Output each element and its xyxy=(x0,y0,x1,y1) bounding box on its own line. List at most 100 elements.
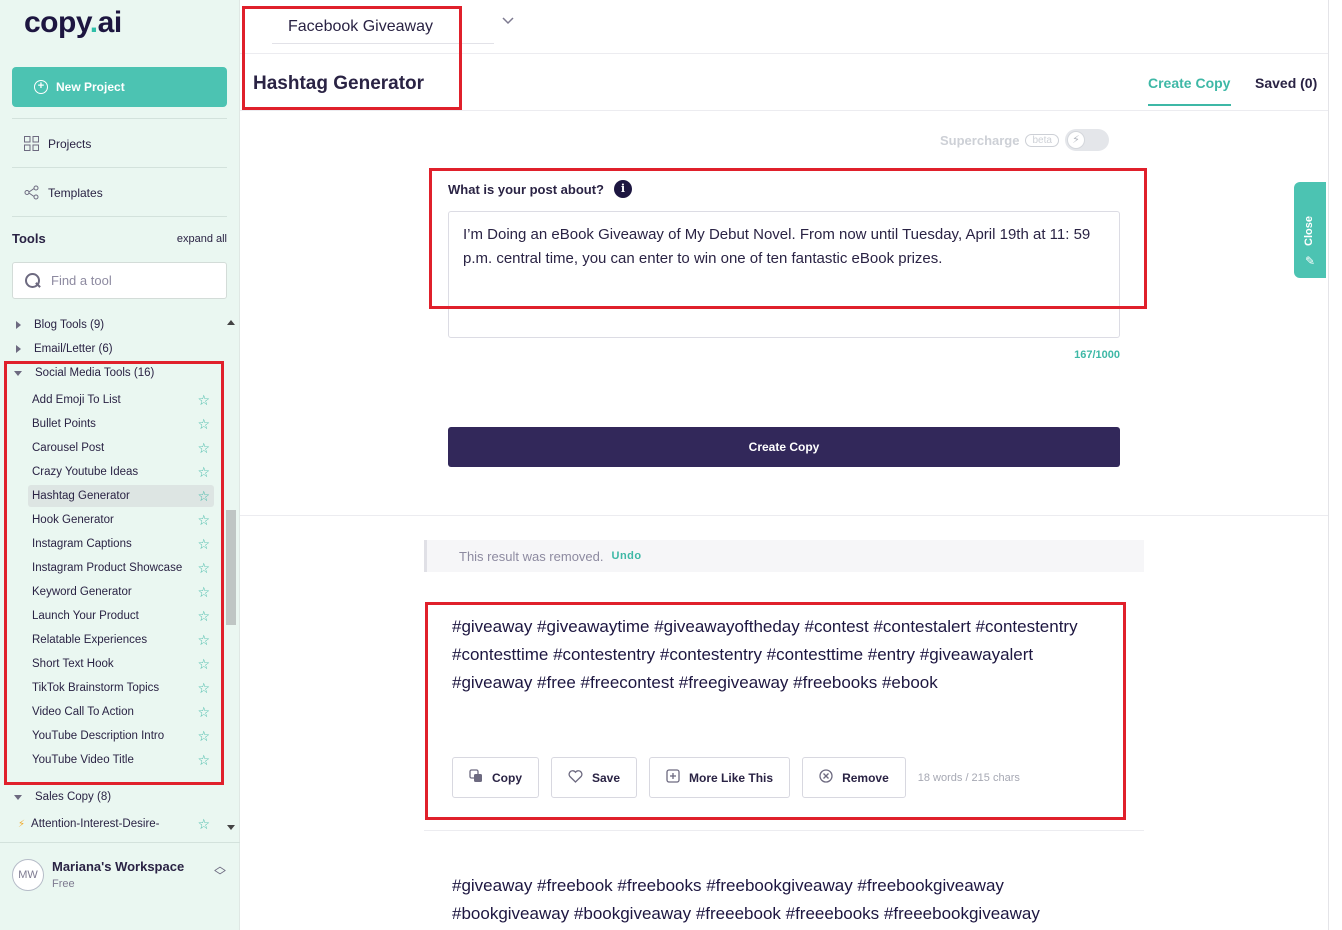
more-like-this-button[interactable]: More Like This xyxy=(649,757,791,798)
tab-create-copy[interactable]: Create Copy xyxy=(1148,75,1230,91)
tool-item-youtube-description-intro[interactable]: YouTube Description Intro ☆ xyxy=(28,725,214,747)
category-blog-tools[interactable]: Blog Tools (9) xyxy=(16,319,104,331)
tool-item-keyword-generator[interactable]: Keyword Generator ☆ xyxy=(28,581,214,603)
tool-item-video-call-to-action[interactable]: Video Call To Action ☆ xyxy=(28,701,214,723)
star-icon[interactable]: ☆ xyxy=(197,681,210,695)
tool-item-short-text-hook[interactable]: Short Text Hook ☆ xyxy=(28,653,214,675)
tool-item-hashtag-generator[interactable]: Hashtag Generator ☆ xyxy=(28,485,214,507)
logo-suffix: ai xyxy=(97,6,123,39)
tool-item-launch-your-product[interactable]: Launch Your Product ☆ xyxy=(28,605,214,627)
plus-circle-icon: + xyxy=(34,80,48,94)
logo-text: copy xyxy=(24,6,90,39)
tool-label: TikTok Brainstorm Topics xyxy=(32,682,160,694)
share-icon xyxy=(24,185,39,200)
star-icon[interactable]: ☆ xyxy=(197,609,210,623)
divider xyxy=(240,110,1328,111)
star-icon[interactable]: ☆ xyxy=(197,441,210,455)
tool-label: Launch Your Product xyxy=(32,610,139,622)
star-icon[interactable]: ☆ xyxy=(197,489,210,503)
remove-button[interactable]: Remove xyxy=(802,757,906,798)
star-icon[interactable]: ☆ xyxy=(197,585,210,599)
search-icon xyxy=(25,272,41,289)
star-icon[interactable]: ☆ xyxy=(197,465,210,479)
page-scrollbar[interactable] xyxy=(1328,0,1342,930)
project-selector[interactable]: Facebook Giveaway xyxy=(272,10,494,44)
beta-badge: beta xyxy=(1025,133,1059,147)
tool-item-attention-interest-desire[interactable]: ⚡ Attention-Interest-Desire- ☆ xyxy=(14,813,214,835)
tool-item-crazy-youtube-ideas[interactable]: Crazy Youtube Ideas ☆ xyxy=(28,461,214,483)
tool-item-add-emoji-to-list[interactable]: Add Emoji To List ☆ xyxy=(28,389,214,411)
copy-button[interactable]: Copy xyxy=(452,757,539,798)
page-title: Hashtag Generator xyxy=(253,73,425,94)
copy-label: Copy xyxy=(492,770,522,785)
tool-label: Bullet Points xyxy=(32,418,96,430)
lightning-icon: ⚡ xyxy=(18,818,26,830)
star-icon[interactable]: ☆ xyxy=(197,729,210,743)
tools-header: Tools expand all xyxy=(12,231,227,246)
star-icon[interactable]: ☆ xyxy=(197,537,210,551)
sidebar: copy.ai + New Project Projects Templates… xyxy=(0,0,240,930)
create-copy-button[interactable]: Create Copy xyxy=(448,427,1120,467)
main-content: Facebook Giveaway Hashtag Generator Crea… xyxy=(240,0,1328,930)
tab-saved[interactable]: Saved (0) xyxy=(1255,75,1317,91)
supercharge-toggle[interactable]: ⚡ xyxy=(1064,129,1109,151)
tool-item-carousel-post[interactable]: Carousel Post ☆ xyxy=(28,437,214,459)
sidebar-scrollbar[interactable] xyxy=(224,318,238,832)
category-email-letter[interactable]: Email/Letter (6) xyxy=(16,343,113,355)
tools-title: Tools xyxy=(12,231,46,246)
app-window: copy.ai + New Project Projects Templates… xyxy=(0,0,1342,930)
scroll-up-arrow-icon[interactable] xyxy=(227,320,235,325)
scrollbar-thumb[interactable] xyxy=(226,510,236,625)
tool-item-instagram-product-showcase[interactable]: Instagram Product Showcase ☆ xyxy=(28,557,214,579)
star-icon[interactable]: ☆ xyxy=(197,817,210,831)
find-tool-field[interactable] xyxy=(12,262,227,299)
tool-item-bullet-points[interactable]: Bullet Points ☆ xyxy=(28,413,214,435)
plus-square-icon xyxy=(666,769,680,786)
chevron-up-down-icon[interactable]: ︿ ﹀ xyxy=(214,860,226,882)
star-icon[interactable]: ☆ xyxy=(197,657,210,671)
close-panel-tab[interactable]: Close ✎ xyxy=(1294,182,1326,278)
find-tool-input[interactable] xyxy=(51,273,211,288)
nav-templates[interactable]: Templates xyxy=(24,185,103,200)
expand-all-link[interactable]: expand all xyxy=(177,233,227,245)
new-project-label: New Project xyxy=(56,80,125,94)
result-text: #giveaway #freebook #freebooks #freebook… xyxy=(452,876,1040,923)
category-label: Social Media Tools (16) xyxy=(35,367,155,379)
undo-link[interactable]: Undo xyxy=(612,550,642,562)
category-social-media-tools[interactable]: Social Media Tools (16) xyxy=(14,367,154,379)
workspace-plan: Free xyxy=(52,878,75,890)
result-actions: Copy Save More Like This Remove 18 words… xyxy=(452,757,1020,798)
scroll-down-arrow-icon[interactable] xyxy=(227,825,235,830)
star-icon[interactable]: ☆ xyxy=(197,513,210,527)
star-icon[interactable]: ☆ xyxy=(197,705,210,719)
tool-item-instagram-captions[interactable]: Instagram Captions ☆ xyxy=(28,533,214,555)
star-icon[interactable]: ☆ xyxy=(197,561,210,575)
star-icon[interactable]: ☆ xyxy=(197,753,210,767)
divider xyxy=(12,118,227,119)
star-icon[interactable]: ☆ xyxy=(197,633,210,647)
tool-item-youtube-video-title[interactable]: YouTube Video Title ☆ xyxy=(28,749,214,771)
pencil-icon: ✎ xyxy=(1305,254,1316,268)
tool-label: Relatable Experiences xyxy=(32,634,148,646)
info-icon[interactable]: i xyxy=(614,180,632,198)
category-sales-copy[interactable]: Sales Copy (8) xyxy=(14,791,111,803)
caret-right-icon xyxy=(16,321,21,329)
tool-item-hook-generator[interactable]: Hook Generator ☆ xyxy=(28,509,214,531)
tool-item-relatable-experiences[interactable]: Relatable Experiences ☆ xyxy=(28,629,214,651)
caret-down-icon xyxy=(14,370,22,376)
star-icon[interactable]: ☆ xyxy=(197,393,210,407)
chevron-down-icon[interactable] xyxy=(502,14,514,28)
post-about-input[interactable]: I’m Doing an eBook Giveaway of My Debut … xyxy=(448,211,1120,338)
lightning-icon: ⚡ xyxy=(1066,131,1085,149)
tool-label: Keyword Generator xyxy=(32,586,132,598)
logo[interactable]: copy.ai xyxy=(24,6,122,40)
nav-projects[interactable]: Projects xyxy=(24,136,91,151)
tool-label: Instagram Captions xyxy=(32,538,132,550)
new-project-button[interactable]: + New Project xyxy=(12,67,227,107)
tool-item-tiktok-brainstorm-topics[interactable]: TikTok Brainstorm Topics ☆ xyxy=(28,677,214,699)
workspace-switcher[interactable]: MW Mariana's Workspace Free ︿ ﹀ xyxy=(0,842,240,930)
star-icon[interactable]: ☆ xyxy=(197,417,210,431)
removed-text: This result was removed. xyxy=(459,548,604,564)
save-button[interactable]: Save xyxy=(551,757,638,798)
tool-label: Instagram Product Showcase xyxy=(32,562,183,574)
